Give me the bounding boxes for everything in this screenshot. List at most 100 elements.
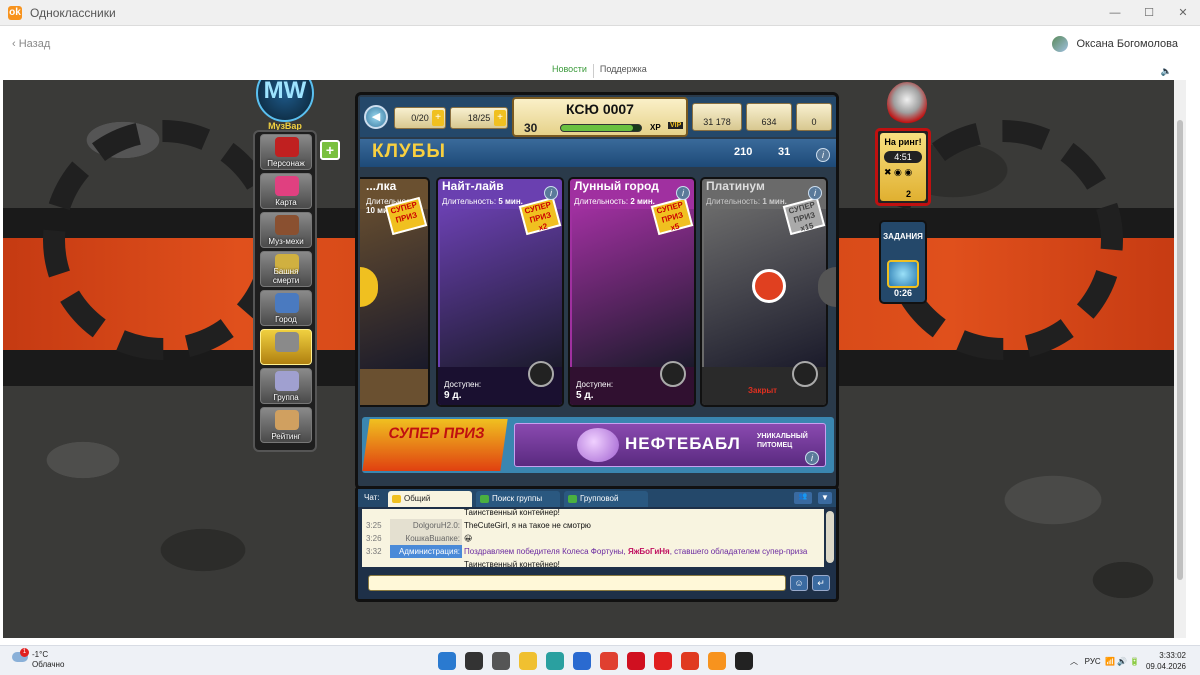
game-icon[interactable] xyxy=(735,652,753,670)
menu-city[interactable]: Город xyxy=(260,290,312,326)
opera-icon[interactable] xyxy=(627,652,645,670)
info-icon[interactable]: i xyxy=(816,145,830,163)
vip-badge: VIP xyxy=(668,122,684,129)
tab-group-search[interactable]: Поиск группы xyxy=(476,491,560,507)
menu-mechs[interactable]: Муз-мехи xyxy=(260,212,312,248)
user-profile[interactable]: Оксана Богомолова xyxy=(1052,36,1178,52)
windows-icon[interactable] xyxy=(438,652,456,670)
add-button[interactable]: + xyxy=(320,140,340,160)
temperature: -1°C xyxy=(32,650,49,659)
clock[interactable]: 3:33:02 09.04.2026 xyxy=(1146,650,1186,672)
explorer-icon[interactable] xyxy=(519,652,537,670)
map-icon xyxy=(275,176,299,196)
menu-map[interactable]: Карта xyxy=(260,173,312,209)
language[interactable]: РУС xyxy=(1085,657,1101,666)
chat-scrollbar[interactable] xyxy=(826,511,834,563)
news-link[interactable]: Новости xyxy=(546,64,593,78)
volume-icon[interactable]: 🔈 xyxy=(1161,66,1172,77)
taskview-icon[interactable] xyxy=(492,652,510,670)
money-counter[interactable]: 31 178 xyxy=(692,103,742,131)
chat-user[interactable]: DolgoruH2.0: xyxy=(390,519,462,532)
club-duration: Длительность: 2 мин. xyxy=(574,197,655,206)
tasks-title: ЗАДАНИЯ xyxy=(883,232,923,241)
minimize-button[interactable]: — xyxy=(1098,0,1132,26)
plus-icon[interactable]: + xyxy=(432,110,444,126)
available-value: 9 д. xyxy=(444,390,462,401)
neftebable-promo[interactable]: НЕФТЕБАБЛ УНИКАЛЬНЫЙ ПИТОМЕЦ i xyxy=(514,423,826,467)
disc-icon[interactable] xyxy=(528,361,554,387)
ring-widget[interactable]: На ринг! 4:51 ✖ ◉ ◉ 2 xyxy=(875,128,931,206)
info-icon[interactable]: i xyxy=(676,183,690,201)
club-card[interactable]: Лунный город Длительность: 2 мин. СУПЕР … xyxy=(568,177,696,407)
chat-message: 😀 xyxy=(464,534,473,543)
chat-messages: Таинственный контейнер! 3:25 DolgoruH2.0:… xyxy=(362,509,824,567)
player-name: КСЮ 0007 xyxy=(566,101,634,117)
taskbar: 1 -1°C Облачно ︿ РУС 📶 🔊 🔋 3:33:02 09.04… xyxy=(0,645,1200,675)
search-icon[interactable] xyxy=(465,652,483,670)
info-icon[interactable]: i xyxy=(808,183,822,201)
back-label: Назад xyxy=(18,38,51,50)
player-box[interactable]: КСЮ 0007 30 XP VIP xyxy=(512,97,688,137)
task-crystal-icon[interactable] xyxy=(887,260,919,288)
scrollbar-thumb[interactable] xyxy=(1177,120,1183,580)
page-scrollbar[interactable] xyxy=(1174,80,1186,638)
menu-label: Группа xyxy=(273,393,299,402)
club-card[interactable]: Найт-лайв Длительность: 5 мин. СУПЕР ПРИ… xyxy=(436,177,564,407)
search-group-icon xyxy=(480,495,489,503)
info-icon[interactable]: i xyxy=(805,448,819,466)
player-level: 30 xyxy=(524,121,538,135)
disc-icon[interactable] xyxy=(792,361,818,387)
tasks-widget[interactable]: ЗАДАНИЯ 0:26 xyxy=(879,220,927,304)
lock-icon xyxy=(752,269,786,303)
close-button[interactable]: ✕ xyxy=(1166,0,1200,26)
available-value: 5 д. xyxy=(576,390,594,401)
left-menu: Персонаж Карта Муз-мехи Башня смерти Гор… xyxy=(253,130,317,452)
edge-icon[interactable] xyxy=(546,652,564,670)
clubs-panel: ◀ 0/20 + 18/25 + КСЮ 0007 30 XP VIP 31 178… xyxy=(355,92,839,490)
yandex-icon[interactable] xyxy=(654,652,672,670)
tab-group-chat[interactable]: Групповой xyxy=(564,491,648,507)
chrome-icon[interactable] xyxy=(600,652,618,670)
store-icon[interactable] xyxy=(573,652,591,670)
info-icon[interactable]: i xyxy=(544,183,558,201)
disc-icon[interactable] xyxy=(660,361,686,387)
menu-rating[interactable]: Рейтинг xyxy=(260,407,312,443)
smiley-icon[interactable]: ☺ xyxy=(790,575,808,591)
chat-user[interactable]: КошкаВшапке: xyxy=(390,532,462,545)
ok-icon[interactable] xyxy=(708,652,726,670)
weather-widget[interactable]: 1 -1°C Облачно xyxy=(12,648,65,670)
menu-character[interactable]: Персонаж xyxy=(260,134,312,170)
yandex-browser-icon[interactable] xyxy=(681,652,699,670)
plus-icon[interactable]: + xyxy=(494,110,506,126)
hero-avatar[interactable] xyxy=(887,82,927,126)
gems-counter[interactable]: 0 xyxy=(796,103,832,131)
maximize-button[interactable]: ☐ xyxy=(1132,0,1166,26)
menu-clubs[interactable] xyxy=(260,329,312,365)
back-arrow-icon[interactable]: ◀ xyxy=(364,105,388,129)
back-link[interactable]: ‹ Назад xyxy=(12,38,50,50)
club-card[interactable]: Платинум Длительность: 1 мин. СУПЕР ПРИЗ… xyxy=(700,177,828,407)
chat-row: 3:32 Администрация: Поздравляем победителя… xyxy=(362,545,824,558)
game-area[interactable]: MW МузВар Персонаж Карта Муз-мехи Башня с… xyxy=(3,80,1186,638)
menu-label: Персонаж xyxy=(267,159,305,168)
ring-title: На ринг! xyxy=(884,137,922,147)
duration-value: 1 мин. xyxy=(762,197,787,206)
clubs-carousel: ...лка Длительность: 10 мин. СУПЕР ПРИЗ … xyxy=(360,177,836,407)
stars-counter[interactable]: 634 xyxy=(746,103,792,131)
promo-banner[interactable]: СУПЕР ПРИЗ НЕФТЕБАБЛ УНИКАЛЬНЫЙ ПИТОМЕЦ … xyxy=(362,417,834,473)
users-icon[interactable]: 👥 xyxy=(794,492,812,504)
msg-part: , ставшего обладателем супер-приза xyxy=(669,547,808,556)
club-duration: Длительность: 5 мин. xyxy=(442,197,523,206)
tab-general[interactable]: Общий xyxy=(388,491,472,507)
ring-status-icons: ✖ ◉ ◉ xyxy=(884,167,913,177)
send-button[interactable]: ↵ xyxy=(812,575,830,591)
menu-group[interactable]: Группа xyxy=(260,368,312,404)
menu-death-tower[interactable]: Башня смерти xyxy=(260,251,312,287)
ring-timer: 4:51 xyxy=(884,151,922,163)
chat-input[interactable] xyxy=(368,575,786,591)
weather-text: Облачно xyxy=(32,660,65,669)
tab-label: Групповой xyxy=(580,494,619,503)
chevron-down-icon[interactable]: ▼ xyxy=(818,492,832,504)
support-link[interactable]: Поддержка xyxy=(592,64,653,78)
chat-user[interactable]: Администрация: xyxy=(390,545,462,558)
